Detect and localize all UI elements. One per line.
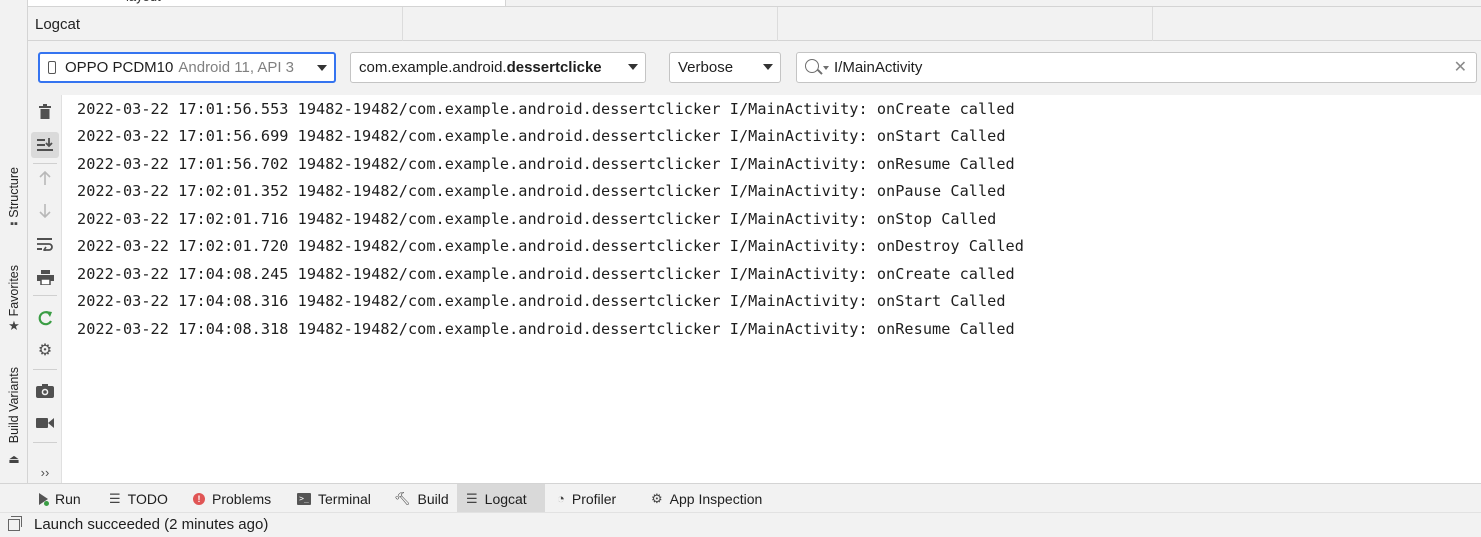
tab-terminal-label: Terminal: [318, 490, 371, 507]
left-tool-strip: Structure ▪▪ Favorites ★ Build Variants …: [0, 0, 28, 483]
side-tab-structure-label: Structure: [7, 166, 21, 218]
chevron-down-icon: [763, 64, 773, 70]
clear-search-icon[interactable]: ✕: [1454, 57, 1467, 77]
logcat-filter-toolbar: OPPO PCDM10 Android 11, API 3 com.exampl…: [28, 41, 1481, 95]
hammer-icon: 🔨︎: [394, 490, 411, 506]
tab-problems[interactable]: ! Problems: [184, 484, 280, 513]
print-icon[interactable]: [31, 264, 59, 290]
up-arrow-icon[interactable]: [31, 165, 59, 191]
gauge-icon: ◔: [557, 491, 565, 506]
log-line: 2022-03-22 17:02:01.720 19482-19482/com.…: [77, 237, 1024, 255]
structure-icon: ▪▪: [10, 218, 18, 230]
todo-list-icon: ☰: [109, 490, 121, 506]
screenshot-icon[interactable]: [31, 378, 59, 404]
screen-record-icon[interactable]: [31, 410, 59, 436]
status-bar: Launch succeeded (2 minutes ago): [0, 512, 1481, 537]
logcat-side-toolbar: ⚙ ››: [28, 95, 62, 483]
log-line: 2022-03-22 17:02:01.352 19482-19482/com.…: [77, 182, 1006, 200]
side-tab-build-variants[interactable]: Build Variants ⏏: [0, 360, 28, 470]
tab-profiler[interactable]: ◔ Profiler: [548, 484, 625, 513]
more-tools-icon[interactable]: ››: [31, 459, 59, 485]
error-icon: !: [193, 492, 205, 505]
android-icon: ⏏: [8, 452, 20, 466]
log-line: 2022-03-22 17:04:08.316 19482-19482/com.…: [77, 292, 1006, 310]
toolbar-divider: [33, 163, 57, 164]
side-tab-favorites-label: Favorites: [7, 265, 21, 317]
tree-item-layout: layout: [126, 0, 161, 4]
soft-wrap-icon[interactable]: [31, 231, 59, 257]
toolbar-divider: [33, 442, 57, 443]
log-level-select[interactable]: Verbose: [669, 52, 781, 83]
tab-todo-label: TODO: [127, 490, 168, 507]
log-line: 2022-03-22 17:01:56.553 19482-19482/com.…: [77, 100, 1015, 118]
bottom-tool-window-bar: Run ☰ TODO ! Problems >_ Terminal 🔨︎ Bui…: [0, 483, 1481, 513]
tab-terminal[interactable]: >_ Terminal: [288, 484, 380, 513]
logcat-icon: ☰: [466, 490, 478, 506]
app-inspection-icon: ⚙: [651, 490, 663, 506]
toolbar-divider: [33, 369, 57, 370]
log-line: 2022-03-22 17:04:08.245 19482-19482/com.…: [77, 265, 1015, 283]
chevron-right-icon[interactable]: ›: [83, 0, 87, 1]
run-icon: [39, 492, 49, 506]
log-line: 2022-03-22 17:01:56.699 19482-19482/com.…: [77, 127, 1006, 145]
device-name: OPPO PCDM10: [65, 59, 174, 76]
settings-icon[interactable]: ⚙: [31, 337, 59, 363]
logcat-search-input[interactable]: I/MainActivity ✕: [796, 52, 1477, 83]
search-icon[interactable]: [805, 59, 819, 73]
logcat-output[interactable]: 2022-03-22 17:01:56.553 19482-19482/com.…: [62, 95, 1481, 483]
package-select[interactable]: com.example.android. dessertclicke: [350, 52, 646, 83]
toolbar-divider: [33, 295, 57, 296]
logcat-title: Logcat: [35, 16, 81, 33]
tab-run[interactable]: Run: [30, 484, 90, 513]
terminal-icon: >_: [297, 492, 311, 505]
tab-profiler-label: Profiler: [571, 490, 617, 507]
phone-icon: [48, 61, 56, 74]
side-tab-favorites[interactable]: Favorites ★: [0, 258, 28, 338]
log-line: 2022-03-22 17:02:01.716 19482-19482/com.…: [77, 210, 997, 228]
trash-icon[interactable]: [31, 99, 59, 125]
scroll-to-end-icon[interactable]: [31, 132, 59, 158]
restart-icon[interactable]: [31, 305, 59, 331]
search-query[interactable]: I/MainActivity: [834, 59, 922, 76]
device-select[interactable]: OPPO PCDM10 Android 11, API 3: [38, 52, 336, 83]
project-tree-partial: › layout: [28, 0, 1481, 7]
star-icon: ★: [8, 318, 20, 333]
structure-tab-icon-wrap: ▪▪: [0, 214, 28, 234]
log-line: 2022-03-22 17:04:08.318 19482-19482/com.…: [77, 320, 1015, 338]
down-arrow-icon[interactable]: [31, 198, 59, 224]
tab-build[interactable]: 🔨︎ Build: [385, 484, 458, 513]
logcat-header: Logcat: [28, 7, 1481, 41]
device-detail: Android 11, API 3: [178, 59, 295, 76]
tab-run-label: Run: [55, 490, 81, 507]
project-tree-row[interactable]: › layout: [28, 0, 506, 6]
header-divider: [1152, 7, 1153, 41]
log-line: 2022-03-22 17:01:56.702 19482-19482/com.…: [77, 155, 1015, 173]
tab-logcat-label: Logcat: [484, 490, 527, 507]
header-divider: [402, 7, 403, 41]
tab-app-inspection[interactable]: ⚙ App Inspection: [642, 484, 771, 513]
tab-problems-label: Problems: [212, 490, 272, 507]
status-message[interactable]: Launch succeeded (2 minutes ago): [34, 516, 268, 533]
tab-logcat[interactable]: ☰ Logcat: [457, 484, 545, 513]
tab-todo[interactable]: ☰ TODO: [100, 484, 177, 513]
android-studio-window: › layout Structure ▪▪ Favorites ★ Build …: [0, 0, 1481, 537]
side-tab-build-variants-label: Build Variants: [7, 366, 21, 444]
tab-build-label: Build: [417, 490, 449, 507]
tool-windows-toggle-icon[interactable]: [8, 516, 22, 531]
package-prefix: com.example.android.: [359, 59, 507, 76]
chevron-down-icon: [628, 64, 638, 70]
log-level-value: Verbose: [678, 59, 734, 76]
search-history-icon[interactable]: [823, 66, 829, 70]
tab-app-inspection-label: App Inspection: [669, 490, 763, 507]
chevron-down-icon: [317, 65, 327, 71]
package-bold: dessertclicke: [506, 59, 602, 76]
header-divider: [777, 7, 778, 41]
